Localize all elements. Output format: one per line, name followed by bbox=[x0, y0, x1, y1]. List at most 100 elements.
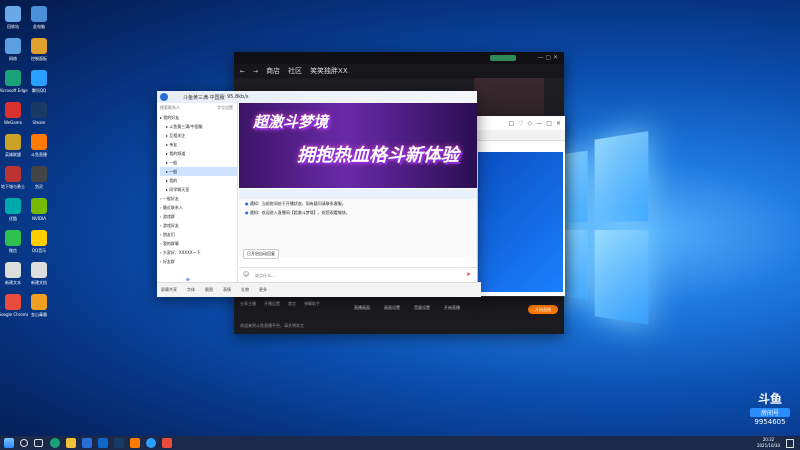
qq-icon[interactable] bbox=[146, 438, 156, 448]
qq-status: 95.8kb/s bbox=[227, 94, 249, 100]
contact-tree-item[interactable]: ▸ 我的好友 bbox=[160, 113, 237, 122]
contact-tree-item[interactable]: › 游戏群 bbox=[160, 212, 237, 221]
window-controls[interactable]: — ▢ ✕ bbox=[537, 54, 558, 61]
contact-tree-item[interactable]: ▸ 互相关注 bbox=[160, 131, 237, 140]
contact-tree-item[interactable]: ▸ 我的频道 bbox=[160, 149, 237, 158]
search-row[interactable]: 搜索联系人 字号设置 bbox=[157, 103, 237, 113]
app-icon bbox=[31, 6, 47, 22]
app-icon bbox=[31, 262, 47, 278]
banner-title-1: 超激斗梦境 bbox=[253, 113, 329, 131]
message-input[interactable] bbox=[253, 270, 437, 280]
app-icon bbox=[31, 166, 47, 182]
stream-tool-button[interactable]: 音量设置 bbox=[414, 305, 430, 311]
contact-tree-item[interactable]: › 最近联系人 bbox=[160, 203, 237, 212]
taskview-icon[interactable] bbox=[34, 439, 43, 447]
desktop-icon[interactable]: Steam bbox=[24, 100, 54, 130]
desktop-icon-label: 控制面板 bbox=[31, 56, 47, 61]
app-icon bbox=[5, 70, 21, 86]
desktop-icon[interactable]: QQ音乐 bbox=[24, 228, 54, 258]
app-icon bbox=[5, 230, 21, 246]
window-control-icon[interactable]: □ bbox=[546, 120, 552, 127]
notification-icon[interactable] bbox=[786, 439, 794, 448]
tab-store[interactable]: 商店 bbox=[266, 66, 280, 76]
stream-option[interactable]: 弹幕助手 bbox=[304, 301, 320, 307]
douyu-titlebar: □ ♡ ◇ — □ ✕ bbox=[476, 116, 565, 130]
stream-option[interactable]: 禁言 bbox=[288, 301, 296, 307]
desktop-icon[interactable]: 腾讯QQ bbox=[24, 68, 54, 98]
contact-tree-item[interactable]: › 大家好，XXXXX一下 bbox=[160, 248, 237, 257]
stream-tool-button[interactable]: 开始直播 bbox=[444, 305, 460, 311]
app-icon bbox=[5, 6, 21, 22]
qq-tool-button[interactable]: 更多 bbox=[259, 287, 267, 293]
back-icon[interactable]: ← bbox=[240, 68, 245, 75]
desktop-icon-label: 斗鱼直播 bbox=[31, 152, 47, 157]
contact-tree-item[interactable]: › 朋友们 bbox=[160, 230, 237, 239]
stream-tool-button[interactable]: 画面设置 bbox=[384, 305, 400, 311]
qq-tool-button[interactable]: 字体 bbox=[187, 287, 195, 293]
desktop-icon-label: QQ音乐 bbox=[31, 248, 47, 253]
stream-option[interactable]: 开播设置 bbox=[264, 301, 280, 307]
mail-icon[interactable] bbox=[98, 438, 108, 448]
quick-reply-chip[interactable]: 已开启自动回复 bbox=[243, 249, 279, 259]
nav-bar: ← → 商店 社区 笑笑独胖XX bbox=[234, 64, 564, 78]
desktop-icon-label: Steam bbox=[32, 120, 46, 125]
send-icon[interactable]: ➤ bbox=[466, 271, 471, 278]
qq-tool-button[interactable]: 表情 bbox=[223, 287, 231, 293]
desktop-icon[interactable]: 斗鱼直播 bbox=[24, 132, 54, 162]
store-icon[interactable] bbox=[82, 438, 92, 448]
watermark-brand: 斗鱼 bbox=[757, 392, 782, 406]
font-settings[interactable]: 字号设置 bbox=[217, 103, 233, 113]
search-icon[interactable] bbox=[20, 439, 28, 447]
douyu-watermark: 斗鱼 房间号 9954605 bbox=[744, 390, 796, 432]
desktop-icon[interactable]: 控制面板 bbox=[24, 36, 54, 66]
start-live-button[interactable]: 开始直播 bbox=[528, 305, 558, 314]
tab-user[interactable]: 笑笑独胖XX bbox=[310, 66, 348, 76]
qq-tool-button[interactable]: 礼物 bbox=[241, 287, 249, 293]
contact-panel: 搜索联系人 字号设置 ▸ 我的好友 ▸ 斗鱼黄三满/中国服 ▸ 互相关注 ▸ 亲友 ▸ … bbox=[157, 103, 238, 286]
message-area: ● 通知：当前房间处于开播状态，如有疑问请联系客服。 ● 通知：欢迎进入直播间【… bbox=[239, 189, 477, 259]
window-control-icon[interactable]: ✕ bbox=[556, 120, 561, 127]
desktop-icon-label: 剑灵 bbox=[35, 184, 43, 189]
search-placeholder: 搜索联系人 bbox=[160, 105, 180, 110]
stream-tool-button[interactable]: 直播画面 bbox=[354, 305, 370, 311]
emoji-icon[interactable]: ☺ bbox=[243, 271, 249, 278]
window-control-icon[interactable]: □ bbox=[509, 120, 515, 127]
steam-icon[interactable] bbox=[114, 438, 124, 448]
contact-tree-item[interactable]: ▸ 亲友 bbox=[160, 140, 237, 149]
window-control-icon[interactable]: ♡ bbox=[518, 120, 523, 127]
explorer-icon[interactable] bbox=[66, 438, 76, 448]
contact-tree-item[interactable]: ▸ 一般 bbox=[160, 158, 237, 167]
forward-icon[interactable]: → bbox=[253, 68, 258, 75]
qq-tool-button[interactable]: 屏幕共享 bbox=[161, 287, 177, 293]
desktop-icon[interactable]: 剑灵 bbox=[24, 164, 54, 194]
contact-tree-item[interactable]: ▸ 一般 bbox=[160, 167, 237, 176]
qq-window: 斗鱼黄三满·中国服 95.8kb/s 搜索联系人 字号设置 ▸ 我的好友 ▸ 斗鱼… bbox=[157, 91, 481, 297]
contact-tree-item[interactable]: › 好友群 bbox=[160, 257, 237, 266]
contact-tree-item[interactable]: ▸ 斗鱼黄三满/中国服 bbox=[160, 122, 237, 131]
edge-icon[interactable] bbox=[50, 438, 60, 448]
desktop-icon[interactable]: 新建文档 bbox=[24, 260, 54, 290]
start-icon[interactable] bbox=[4, 438, 14, 448]
contact-tree-item[interactable]: ▸ 我的 bbox=[160, 176, 237, 185]
contact-tree-item[interactable]: › 一般好友 bbox=[160, 194, 237, 203]
desktop-icon[interactable]: NVIDIA bbox=[24, 196, 54, 226]
desktop-icon-label: 金山毒霸 bbox=[31, 312, 47, 317]
app-icon bbox=[5, 134, 21, 150]
desktop-icon[interactable]: 金山毒霸 bbox=[24, 292, 54, 322]
douyu-icon[interactable] bbox=[130, 438, 140, 448]
contact-tree-item[interactable]: › 游戏好友 bbox=[160, 221, 237, 230]
chat-line: 欢迎来到斗鱼直播平台，请文明发言 bbox=[240, 323, 304, 328]
tab-community[interactable]: 社区 bbox=[288, 66, 302, 76]
stream-option[interactable]: 分享主播 bbox=[240, 301, 256, 307]
desktop-icon[interactable]: 此电脑 bbox=[24, 4, 54, 34]
clock[interactable]: 20:32 2021/10/30 bbox=[757, 437, 780, 449]
watermark-badge: 房间号 bbox=[750, 408, 790, 417]
qq-tool-button[interactable]: 截图 bbox=[205, 287, 213, 293]
window-control-icon[interactable]: — bbox=[536, 120, 542, 127]
input-row: ☺ ➤ bbox=[239, 267, 477, 282]
game-banner: 超激斗梦境 拥抱热血格斗新体验 bbox=[239, 103, 477, 188]
contact-tree-item[interactable]: › 我的群聊 bbox=[160, 239, 237, 248]
contact-tree-item[interactable]: ▸ 同学聊天室 bbox=[160, 185, 237, 194]
window-control-icon[interactable]: ◇ bbox=[528, 120, 533, 127]
wegame-icon[interactable] bbox=[162, 438, 172, 448]
